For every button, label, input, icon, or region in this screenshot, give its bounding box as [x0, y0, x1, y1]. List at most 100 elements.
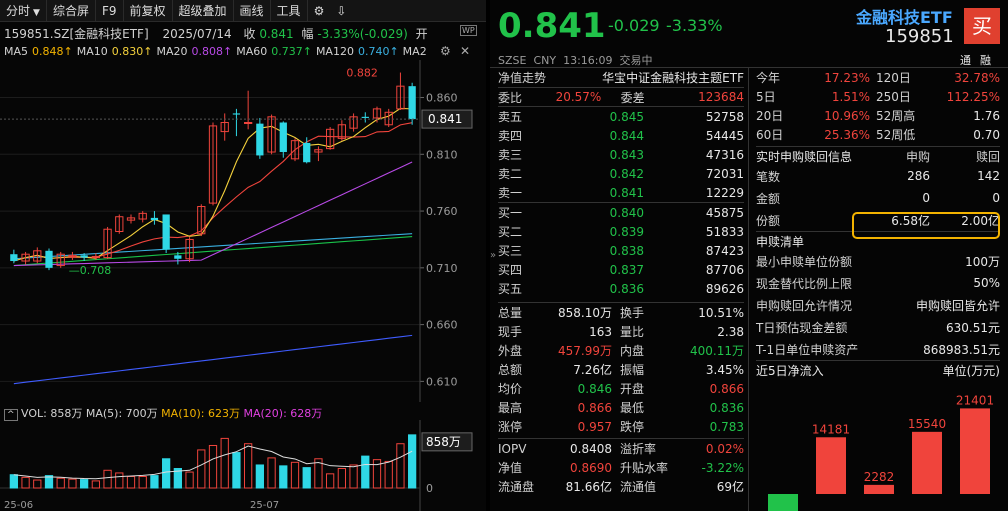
perf-value2: 32.78% [954, 70, 1000, 85]
ask-levels: 卖五 0.845 52758 卖四 0.844 54445 卖三 0.843 47316 卖二 0.… [498, 106, 744, 202]
stat-label: 外盘 [498, 344, 523, 358]
iopv-row: 流通盘 81.66亿 流通值 69亿 [498, 477, 744, 496]
bid-volume: 51833 [705, 224, 744, 239]
sgq-row: T-1日单位申赎资产 868983.51元 [756, 338, 1000, 360]
change-value: -3.33%(-0.029) [317, 27, 408, 41]
ask-price: 0.841 [609, 185, 644, 200]
ask-level[interactable]: 卖四 0.844 54445 [498, 126, 744, 145]
vol-bar-down [279, 465, 288, 489]
perf-value2: 1.76 [973, 108, 1000, 123]
min-price-label: —0.708 [69, 264, 112, 277]
max-price-label: 0.882 [346, 67, 378, 80]
candle-down [408, 86, 416, 120]
tab-f9[interactable]: F9 [96, 0, 124, 22]
vol-bar-up [384, 460, 393, 489]
stat-label: 现手 [498, 325, 523, 339]
volume-chart[interactable]: 858万 0 25-06 25-07 [0, 420, 486, 511]
ask-label: 卖一 [498, 186, 523, 200]
ask-label: 卖二 [498, 167, 523, 181]
ask-price: 0.842 [609, 166, 644, 181]
chevron-down-icon: ▼ [33, 7, 40, 18]
inflow-label: 21401 [956, 393, 994, 407]
trade-stats: 总量 858.10万 换手 10.51% 现手 163 量比 2.38 外盘 457.99万 内盘 4… [498, 302, 744, 436]
iopv-label2: 升贴水率 [620, 461, 669, 475]
ma250-line [13, 334, 413, 385]
ma5-label: MA5 [4, 45, 29, 58]
stat-label2: 最低 [620, 401, 645, 415]
vol-ma5-line [13, 445, 413, 480]
bid-level[interactable]: 买五 0.836 89626 [498, 279, 744, 298]
expand-handle[interactable]: » [490, 250, 496, 261]
vol-bar-up [326, 473, 335, 489]
iopv-value: 0.8690 [570, 460, 612, 475]
ask-price: 0.845 [609, 109, 644, 124]
iopv-value2: 0.02% [705, 441, 744, 456]
ask-label: 卖五 [498, 110, 523, 124]
price-change: -0.029 [608, 16, 660, 35]
stat-value2: 400.11万 [690, 344, 744, 358]
stat-row: 均价 0.846 开盘 0.866 [498, 379, 744, 398]
rong-badge: 融 [980, 54, 991, 67]
ma-settings-icon[interactable]: ⚙ [440, 44, 451, 58]
sg-header: 实时申购赎回信息 申购 赎回 [756, 146, 1000, 165]
candle-down [303, 142, 311, 163]
perf-value: 25.36% [824, 127, 870, 142]
period-selector[interactable]: 分时 ▼ [0, 0, 47, 22]
tab-fq[interactable]: 前复权 [124, 0, 173, 22]
ask-level[interactable]: 卖三 0.843 47316 [498, 145, 744, 164]
ma120-value: 0.740↑ [357, 45, 399, 58]
candle-down [162, 214, 170, 250]
stat-label: 最高 [498, 401, 523, 415]
tab-tools[interactable]: 工具 [271, 0, 308, 22]
ma60-line [13, 236, 413, 267]
vol-ma20: MA(20): 628万 [243, 407, 323, 420]
column-divider [748, 68, 749, 511]
bid-price: 0.836 [609, 281, 644, 296]
weibi-label: 委比 [498, 90, 523, 105]
settings-gear-icon[interactable]: ⚙ [308, 0, 331, 22]
vol-bar-up [220, 437, 229, 489]
perf-value: 1.51% [831, 89, 870, 104]
buy-button[interactable]: 买 [964, 8, 1000, 44]
close-icon[interactable]: ✕ [460, 44, 470, 58]
change-label: 幅 [301, 27, 314, 41]
stat-value2: 0.836 [709, 400, 744, 415]
bid-level[interactable]: 买三 0.838 87423 [498, 241, 744, 260]
order-book: 净值走势 华宝中证金融科技主题ETF 委比 20.57% 委差 123684 卖五 0.8… [498, 68, 744, 496]
security-code: 159851 [885, 26, 954, 47]
sg-purchase: 0 [922, 191, 930, 205]
ask-level[interactable]: 卖二 0.842 72031 [498, 164, 744, 183]
ask-level[interactable]: 卖五 0.845 52758 [498, 107, 744, 126]
candle-down [174, 255, 182, 259]
perf-value: 17.23% [824, 70, 870, 85]
ask-level[interactable]: 卖一 0.841 12229 [498, 183, 744, 202]
sgq-rows: 最小申赎单位份额 100万 现金替代比例上限 50% 申购赎回允许情况 申购赎回皆允许 T日… [756, 250, 1000, 360]
perf-row: 20日 10.96% 52周高 1.76 [756, 106, 1000, 125]
sgq-row: 现金替代比例上限 50% [756, 272, 1000, 294]
bid-level[interactable]: 买四 0.837 87706 [498, 260, 744, 279]
tab-draw[interactable]: 画线 [234, 0, 271, 22]
tab-overlay[interactable]: 超级叠加 [173, 0, 234, 22]
index-name[interactable]: 华宝中证金融科技主题ETF [602, 69, 744, 86]
download-icon[interactable]: ⇩ [330, 0, 352, 22]
kline-chart[interactable]: 0.860 0.810 0.760 0.710 0.660 0.610 0.882 —0.70… [0, 60, 486, 402]
close-label: 收 [243, 27, 256, 41]
stat-label2: 换手 [620, 306, 645, 320]
index-row: 净值走势 华宝中证金融科技主题ETF [498, 68, 744, 87]
vol-bar-up [115, 472, 124, 489]
candle-down [256, 123, 264, 156]
flow-header: 近5日净流入 单位(万元) [756, 360, 1000, 379]
kline-panel: 分时 ▼ 综合屏 F9 前复权 超级叠加 画线 工具 ⚙ ⇩ 159851.SZ[… [0, 0, 486, 511]
perf-label2: 52周高 [876, 109, 916, 123]
tab-composite[interactable]: 综合屏 [47, 0, 96, 22]
ask-label: 卖三 [498, 148, 523, 162]
sgq-value: 50% [973, 276, 1000, 290]
bid-level[interactable]: 买一 0.840 45875 [498, 203, 744, 222]
stat-label2: 量比 [620, 325, 645, 339]
sgq-label: 最小申赎单位份额 [756, 254, 853, 269]
inflow-label: 14181 [812, 422, 850, 436]
date-tick: 25-06 [4, 500, 33, 511]
wp-icon[interactable]: WP [460, 25, 477, 36]
bid-level[interactable]: 买二 0.839 51833 [498, 222, 744, 241]
bid-volume: 87423 [705, 243, 744, 258]
